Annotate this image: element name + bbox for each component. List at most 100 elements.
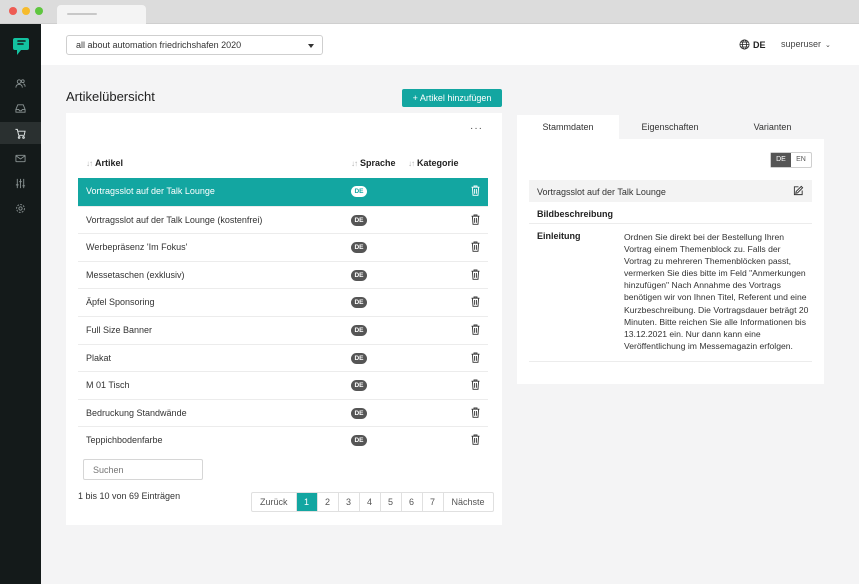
article-name: Full Size Banner bbox=[86, 324, 153, 335]
language-badge: DE bbox=[351, 352, 367, 364]
language-badge: DE bbox=[351, 242, 367, 254]
globe-icon bbox=[739, 39, 750, 50]
pagination-page-button[interactable]: 4 bbox=[358, 493, 380, 511]
window-close-button[interactable] bbox=[9, 7, 17, 15]
language-switcher[interactable]: DE bbox=[739, 39, 766, 50]
language-badge: DE bbox=[351, 269, 367, 281]
sidebar bbox=[0, 24, 41, 584]
pagination-page-button[interactable]: 6 bbox=[400, 493, 422, 511]
article-title-field: Vortragsslot auf der Talk Lounge bbox=[529, 180, 812, 202]
column-header-category[interactable]: ↓↑ Kategorie bbox=[408, 158, 459, 168]
language-badge: DE bbox=[351, 186, 367, 197]
trash-icon[interactable] bbox=[471, 407, 480, 418]
browser-tab-title-placeholder bbox=[67, 13, 97, 15]
sidebar-item-cart[interactable] bbox=[0, 122, 41, 144]
column-header-article[interactable]: ↓↑ Artikel bbox=[86, 158, 123, 168]
lang-option-en[interactable]: EN bbox=[791, 153, 811, 167]
event-select[interactable]: all about automation friedrichshafen 202… bbox=[66, 35, 323, 55]
introduction-row: Einleitung Ordnen Sie direkt bei der Bes… bbox=[529, 224, 812, 362]
pagination-prev-button[interactable]: Zurück bbox=[252, 493, 296, 511]
article-title: Vortragsslot auf der Talk Lounge bbox=[537, 187, 666, 197]
settings-icon bbox=[16, 203, 25, 213]
sidebar-item-inbox[interactable] bbox=[0, 97, 41, 119]
trash-icon[interactable] bbox=[471, 324, 480, 335]
introduction-text: Ordnen Sie direkt bei der Bestellung Ihr… bbox=[624, 232, 809, 351]
article-detail-card: DE EN Vortragsslot auf der Talk Lounge B… bbox=[517, 139, 824, 384]
cart-icon bbox=[15, 128, 26, 139]
inbox-icon bbox=[15, 103, 26, 113]
pagination-page-button[interactable]: 1 bbox=[295, 493, 317, 511]
table-row[interactable]: Plakat DE bbox=[78, 343, 488, 372]
table-row[interactable]: Vortragsslot auf der Talk Lounge (kosten… bbox=[78, 205, 488, 234]
user-menu[interactable]: superuser ⌄ bbox=[781, 39, 831, 49]
language-badge: DE bbox=[351, 435, 367, 447]
image-description-row: Bildbeschreibung bbox=[529, 202, 812, 224]
trash-icon[interactable] bbox=[471, 434, 480, 446]
event-select-value: all about automation friedrichshafen 202… bbox=[76, 40, 242, 50]
trash-icon[interactable] bbox=[471, 241, 480, 252]
tab-stammdaten[interactable]: Stammdaten bbox=[517, 115, 619, 139]
window-minimize-button[interactable] bbox=[22, 7, 30, 15]
article-name: Vortragsslot auf der Talk Lounge bbox=[86, 186, 215, 196]
pagination-page-button[interactable]: 7 bbox=[421, 493, 443, 511]
add-article-button[interactable]: + Artikel hinzufügen bbox=[402, 89, 502, 107]
trash-icon[interactable] bbox=[471, 214, 480, 225]
trash-icon[interactable] bbox=[471, 296, 480, 308]
language-badge: DE bbox=[351, 407, 367, 419]
browser-tab[interactable] bbox=[57, 5, 146, 24]
article-name: Bedruckung Standwände bbox=[86, 407, 187, 418]
pagination: Zurück 1 2 3 4 5 6 7 Nächste bbox=[251, 492, 494, 512]
topbar: all about automation friedrichshafen 202… bbox=[41, 24, 859, 65]
tab-varianten[interactable]: Varianten bbox=[721, 115, 824, 139]
language-badge: DE bbox=[351, 324, 367, 336]
browser-chrome bbox=[0, 0, 859, 24]
sidebar-item-filters[interactable] bbox=[0, 172, 41, 194]
sidebar-item-mail[interactable] bbox=[0, 147, 41, 169]
table-info: 1 bis 10 von 69 Einträgen bbox=[78, 491, 181, 501]
table-row[interactable]: Vortragsslot auf der Talk Lounge DE bbox=[78, 178, 488, 206]
language-label: DE bbox=[753, 39, 766, 50]
pagination-page-button[interactable]: 2 bbox=[316, 493, 338, 511]
table-search-input[interactable] bbox=[83, 459, 203, 480]
article-name: M 01 Tisch bbox=[86, 380, 130, 391]
trash-icon[interactable] bbox=[471, 269, 480, 280]
table-row[interactable]: Werbepräsenz 'Im Fokus' DE bbox=[78, 233, 488, 261]
tab-eigenschaften[interactable]: Eigenschaften bbox=[619, 115, 721, 139]
article-name: Teppichbodenfarbe bbox=[86, 435, 163, 446]
image-description-label: Bildbeschreibung bbox=[537, 209, 614, 219]
table-row[interactable]: Teppichbodenfarbe DE bbox=[78, 426, 488, 454]
lang-option-de[interactable]: DE bbox=[771, 153, 791, 167]
trash-icon[interactable] bbox=[471, 352, 480, 363]
language-badge: DE bbox=[351, 380, 367, 392]
sidebar-item-settings[interactable] bbox=[0, 197, 41, 219]
table-row[interactable]: Full Size Banner DE bbox=[78, 315, 488, 344]
pagination-page-button[interactable]: 5 bbox=[379, 493, 401, 511]
pagination-next-button[interactable]: Nächste bbox=[442, 493, 493, 511]
window-maximize-button[interactable] bbox=[35, 7, 43, 15]
trash-icon[interactable] bbox=[471, 379, 480, 390]
table-row[interactable]: Äpfel Sponsoring DE bbox=[78, 288, 488, 316]
sidebar-item-users[interactable] bbox=[0, 72, 41, 94]
language-badge: DE bbox=[351, 297, 367, 309]
app-logo-icon[interactable] bbox=[11, 36, 31, 60]
language-badge: DE bbox=[351, 214, 367, 226]
sort-icon: ↓↑ bbox=[408, 159, 415, 168]
main-area: all about automation friedrichshafen 202… bbox=[41, 24, 859, 584]
articles-card: ··· ↓↑ Artikel ↓↑ Sprache ↓↑ Kategorie Vort… bbox=[66, 113, 502, 525]
pagination-page-button[interactable]: 3 bbox=[337, 493, 359, 511]
table-row[interactable]: Messetaschen (exklusiv) DE bbox=[78, 260, 488, 289]
column-header-language[interactable]: ↓↑ Sprache bbox=[351, 158, 396, 168]
article-name: Vortragsslot auf der Talk Lounge (kosten… bbox=[86, 214, 263, 225]
sort-icon: ↓↑ bbox=[351, 159, 358, 168]
user-name: superuser bbox=[781, 39, 822, 49]
table-row[interactable]: M 01 Tisch DE bbox=[78, 371, 488, 399]
more-options-icon[interactable]: ··· bbox=[470, 123, 483, 134]
article-name: Äpfel Sponsoring bbox=[86, 297, 155, 308]
table-row[interactable]: Bedruckung Standwände DE bbox=[78, 398, 488, 427]
article-name: Werbepräsenz 'Im Fokus' bbox=[86, 242, 188, 253]
trash-icon[interactable] bbox=[471, 185, 480, 196]
edit-icon[interactable] bbox=[793, 185, 804, 196]
sliders-icon bbox=[15, 178, 26, 188]
detail-tabs: Stammdaten Eigenschaften Varianten bbox=[517, 115, 824, 139]
sort-icon: ↓↑ bbox=[86, 159, 93, 168]
